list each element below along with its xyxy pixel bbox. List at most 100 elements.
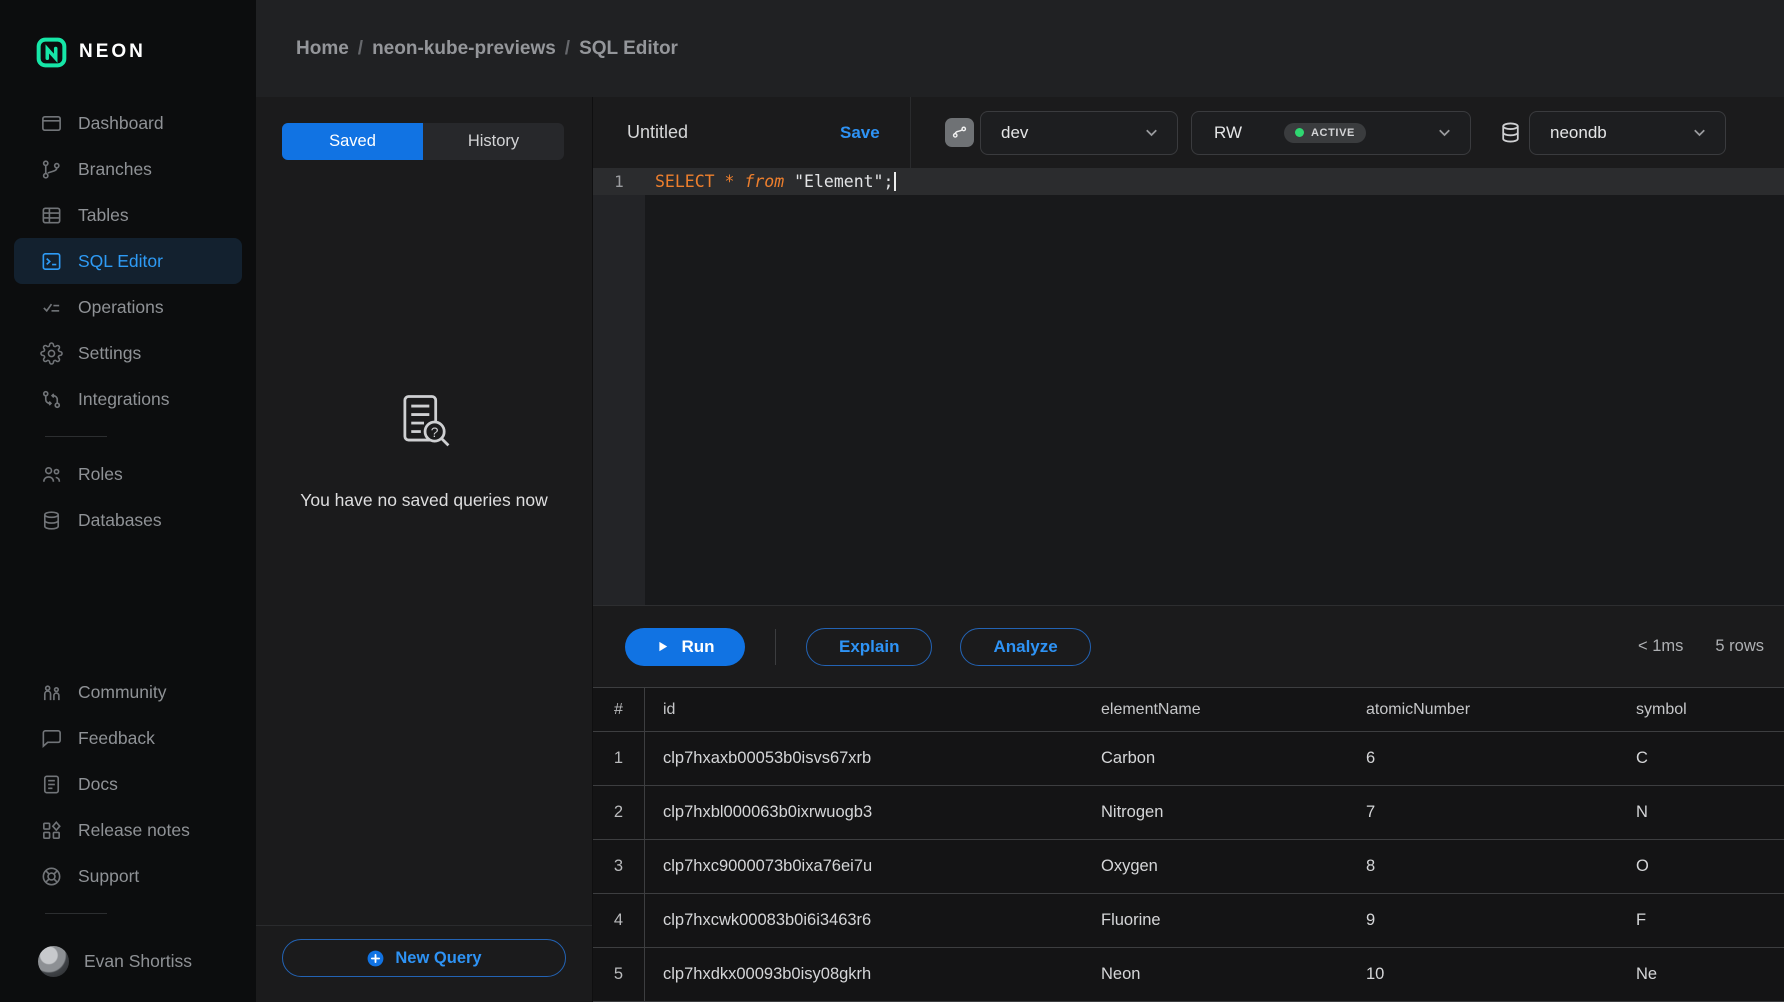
table-row: 1 clp7hxaxb00053b0isvs67xrb Carbon 6 C [593, 732, 1784, 786]
sidebar-item-feedback[interactable]: Feedback [0, 715, 256, 761]
cell-atomicNumber: 7 [1348, 786, 1618, 839]
main-area: Home / neon-kube-previews / SQL Editor S… [256, 0, 1784, 1002]
sql-editor-icon [40, 250, 63, 273]
sql-editor-pane: Untitled Save dev RW [593, 97, 1784, 1002]
sidebar-item-dashboard[interactable]: Dashboard [0, 100, 256, 146]
cell-elementName: Neon [1083, 948, 1348, 1001]
table-header-row: # id elementName atomicNumber symbol [593, 688, 1784, 732]
sidebar-item-label: Release notes [78, 820, 190, 841]
sidebar-item-community[interactable]: Community [0, 669, 256, 715]
table-row: 5 clp7hxdkx00093b0isy08gkrh Neon 10 Ne [593, 948, 1784, 1002]
column-header-elementName: elementName [1083, 688, 1348, 731]
explain-button[interactable]: Explain [806, 628, 932, 666]
plus-circle-icon [366, 949, 385, 968]
run-button[interactable]: Run [625, 628, 745, 666]
user-name: Evan Shortiss [84, 951, 192, 972]
cell-elementName: Fluorine [1083, 894, 1348, 947]
sidebar-footer-nav: Community Feedback Docs Release notes [0, 669, 256, 1002]
sidebar-item-label: Settings [78, 343, 141, 364]
empty-state: ? You have no saved queries now [256, 388, 592, 511]
breadcrumb-separator: / [358, 38, 363, 60]
table-row: 3 clp7hxc9000073b0ixa76ei7u Oxygen 8 O [593, 840, 1784, 894]
sidebar-item-operations[interactable]: Operations [0, 284, 256, 330]
sidebar-item-integrations[interactable]: Integrations [0, 376, 256, 422]
endpoint-select[interactable]: RW ACTIVE [1191, 111, 1471, 155]
play-icon [655, 639, 670, 654]
code-editor[interactable]: 1 SELECT * from "Element"; [593, 168, 1784, 605]
column-header-symbol: symbol [1618, 688, 1784, 731]
neon-logo[interactable]: NEON [0, 0, 256, 72]
column-header-id: id [645, 688, 1083, 731]
sidebar-item-label: Support [78, 866, 139, 887]
cell-elementName: Nitrogen [1083, 786, 1348, 839]
query-title[interactable]: Untitled [627, 122, 840, 143]
sidebar-item-label: Dashboard [78, 113, 164, 134]
sidebar-item-docs[interactable]: Docs [0, 761, 256, 807]
sidebar-item-roles[interactable]: Roles [0, 451, 256, 497]
sidebar-item-support[interactable]: Support [0, 853, 256, 899]
query-tabs: Saved History [282, 123, 564, 160]
cell-id: clp7hxdkx00093b0isy08gkrh [645, 948, 1083, 1001]
editor-code-content[interactable]: SELECT * from "Element"; [645, 168, 1784, 605]
cell-atomicNumber: 6 [1348, 732, 1618, 785]
cell-atomicNumber: 10 [1348, 948, 1618, 1001]
life-buoy-icon [40, 865, 63, 888]
result-meta: < 1ms 5 rows [1638, 637, 1764, 656]
save-button[interactable]: Save [840, 123, 882, 143]
row-number-cell: 5 [593, 948, 645, 1001]
sidebar-item-label: Integrations [78, 389, 169, 410]
tab-saved[interactable]: Saved [282, 123, 423, 160]
sidebar-item-databases[interactable]: Databases [0, 497, 256, 543]
header-divider [910, 97, 911, 168]
sql-literal: "Element"; [784, 172, 893, 191]
users-icon [40, 463, 63, 486]
speech-bubble-icon [40, 727, 63, 750]
integrations-icon [40, 388, 63, 411]
sidebar-item-branches[interactable]: Branches [0, 146, 256, 192]
sidebar-item-label: SQL Editor [78, 251, 163, 272]
cell-elementName: Carbon [1083, 732, 1348, 785]
sidebar-nav: Dashboard Branches Tables SQL Editor [0, 100, 256, 543]
sidebar-item-sql-editor[interactable]: SQL Editor [14, 238, 242, 284]
branch-icon [40, 158, 63, 181]
database-cylinder-icon [1498, 120, 1523, 145]
sidebar-item-tables[interactable]: Tables [0, 192, 256, 238]
code-line-1[interactable]: SELECT * from "Element"; [645, 168, 1784, 195]
column-header-index: # [593, 688, 645, 731]
row-number-cell: 2 [593, 786, 645, 839]
saved-panel-footer: New Query [256, 925, 592, 1002]
status-dot [1295, 128, 1304, 137]
results-table: # id elementName atomicNumber symbol 1 c… [593, 687, 1784, 1002]
toolbar-divider [775, 629, 776, 665]
branch-select[interactable]: dev [980, 111, 1178, 155]
cell-id: clp7hxbl000063b0ixrwuogb3 [645, 786, 1083, 839]
sidebar-item-release-notes[interactable]: Release notes [0, 807, 256, 853]
tab-history[interactable]: History [423, 123, 564, 160]
topbar: Home / neon-kube-previews / SQL Editor [256, 0, 1784, 97]
breadcrumb-project[interactable]: neon-kube-previews [372, 38, 556, 60]
query-toolbar: Run Explain Analyze < 1ms 5 rows [593, 605, 1784, 687]
breadcrumb-home[interactable]: Home [296, 38, 349, 60]
sidebar-item-settings[interactable]: Settings [0, 330, 256, 376]
neon-console: NEON Dashboard Branches Tables [0, 0, 1784, 1002]
breadcrumb: Home / neon-kube-previews / SQL Editor [296, 38, 678, 60]
avatar [38, 946, 69, 977]
new-query-button[interactable]: New Query [282, 939, 566, 977]
sidebar-divider [45, 436, 107, 437]
sidebar-divider [45, 913, 107, 914]
run-label: Run [681, 637, 714, 657]
database-select[interactable]: neondb [1529, 111, 1726, 155]
table-row: 4 clp7hxcwk00083b0i6i3463r6 Fluorine 9 F [593, 894, 1784, 948]
cell-id: clp7hxcwk00083b0i6i3463r6 [645, 894, 1083, 947]
sql-keyword-from: from [744, 172, 784, 191]
saved-queries-panel: Saved History ? [256, 97, 593, 1002]
cell-symbol: N [1618, 786, 1784, 839]
analyze-button[interactable]: Analyze [960, 628, 1090, 666]
column-header-atomicNumber: atomicNumber [1348, 688, 1618, 731]
status-label: ACTIVE [1311, 127, 1355, 139]
user-menu[interactable]: Evan Shortiss [0, 938, 256, 984]
table-row: 2 clp7hxbl000063b0ixrwuogb3 Nitrogen 7 N [593, 786, 1784, 840]
breadcrumb-current-page: SQL Editor [579, 38, 678, 60]
cell-id: clp7hxc9000073b0ixa76ei7u [645, 840, 1083, 893]
branch-select-value: dev [1001, 123, 1028, 143]
